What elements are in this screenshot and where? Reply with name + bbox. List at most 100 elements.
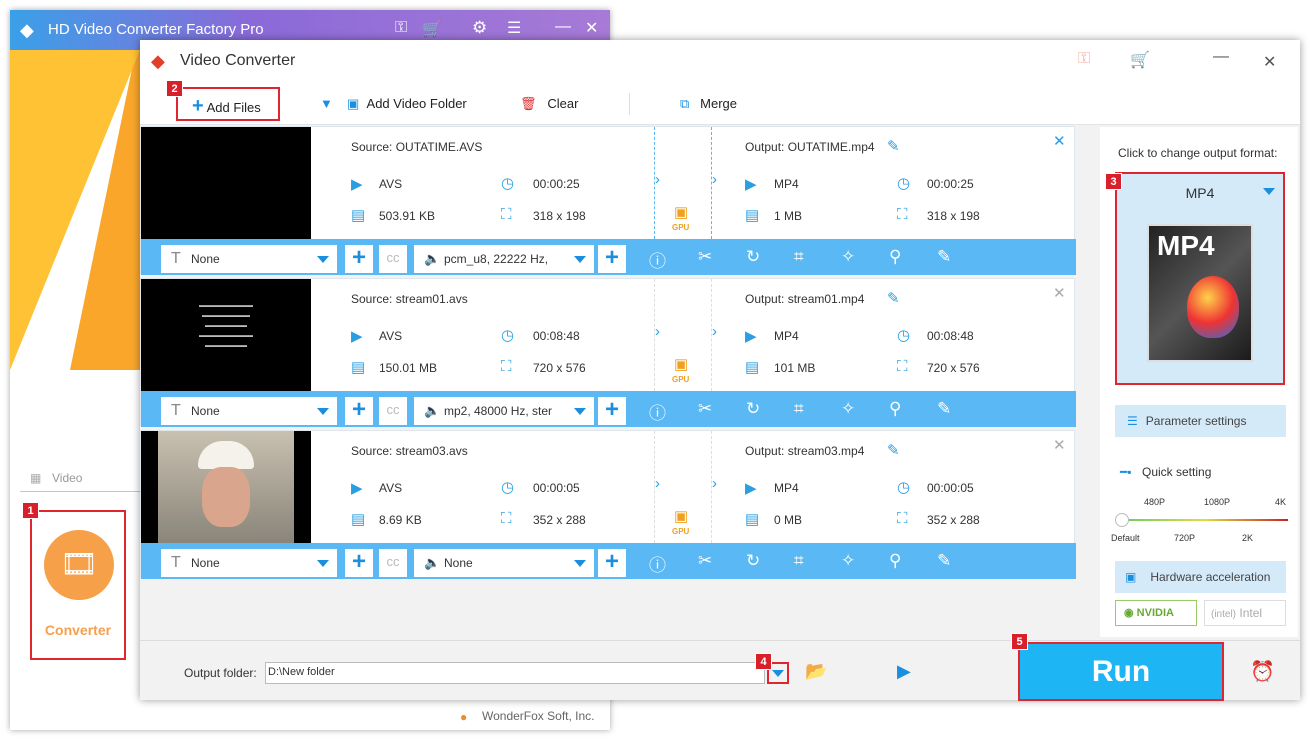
video-tab[interactable]: Video <box>52 471 82 485</box>
crop-icon[interactable]: ⌗ <box>794 247 804 267</box>
output-size: 0 MB <box>774 513 803 527</box>
add-subtitle-button[interactable]: + <box>345 245 373 273</box>
add-subtitle-button[interactable]: + <box>345 397 373 425</box>
trim-icon[interactable]: ✂ <box>698 247 712 267</box>
quality-slider[interactable] <box>1120 519 1288 521</box>
add-audio-button[interactable]: + <box>598 245 626 273</box>
watermark-icon[interactable]: ⚲ <box>889 247 901 267</box>
gpu-label: GPU <box>672 223 690 232</box>
edit-toolbar: T None + cc 🔈 pcm_u8, 22222 Hz, + ⓘ ✂ ↻ ⌗ ✧ ⚲ ✎ <box>141 239 1076 275</box>
format-name: MP4 <box>1185 185 1215 201</box>
alarm-clock-icon[interactable]: ⏰ <box>1250 659 1275 684</box>
parameter-settings-button[interactable]: ☰ Parameter settings <box>1115 405 1286 437</box>
info-icon[interactable]: ⓘ <box>649 247 666 272</box>
tick-2k: 2K <box>1242 533 1254 543</box>
watermark-icon[interactable]: ⚲ <box>889 551 901 571</box>
app-logo-icon: ◆ <box>151 51 165 71</box>
clear-button[interactable]: 🗑 Clear <box>520 83 578 125</box>
audio-track-select[interactable]: 🔈 None <box>414 549 594 577</box>
dropdown-icon <box>1263 188 1275 195</box>
output-duration: 00:00:05 <box>927 481 974 495</box>
dropdown-icon <box>317 560 329 567</box>
audio-track-select[interactable]: 🔈 mp2, 48000 Hz, ster <box>414 397 594 425</box>
crop-icon[interactable]: ⌗ <box>794 399 804 419</box>
subtitle-settings-icon[interactable]: cc <box>379 397 407 425</box>
effects-icon[interactable]: ✧ <box>841 247 855 267</box>
merge-button[interactable]: ⧉ Merge <box>680 83 737 125</box>
edit-output-name-icon[interactable]: ✎ <box>887 137 900 155</box>
bottom-bar: Output folder: D:\New folder 📂 ▶ Run ⏰ <box>140 640 1300 701</box>
output-size: 1 MB <box>774 209 803 223</box>
converter-button[interactable]: 🎞 Converter <box>30 510 126 660</box>
watermark-icon[interactable]: ⚲ <box>889 399 901 419</box>
rotate-icon[interactable]: ↻ <box>746 399 760 419</box>
add-audio-button[interactable]: + <box>598 549 626 577</box>
intel-button[interactable]: (intel) Intel <box>1204 600 1286 626</box>
quality-slider-handle[interactable] <box>1115 513 1129 527</box>
remove-file-icon[interactable]: ✕ <box>1053 436 1066 454</box>
subtitle-edit-icon[interactable]: ✎ <box>937 551 951 571</box>
open-folder-icon[interactable]: 📂 <box>805 661 827 682</box>
info-icon[interactable]: ⓘ <box>649 551 666 576</box>
remove-file-icon[interactable]: ✕ <box>1053 132 1066 150</box>
subtitle-select[interactable]: T None <box>161 245 337 273</box>
menu-icon[interactable]: ☰ <box>507 18 521 38</box>
arrow-icon: › <box>655 475 660 492</box>
speaker-icon: 🔈 <box>424 555 441 570</box>
gear-icon[interactable]: ⚙ <box>472 18 487 38</box>
rotate-icon[interactable]: ↻ <box>746 551 760 571</box>
remove-file-icon[interactable]: ✕ <box>1053 284 1066 302</box>
cart-icon[interactable]: 🛒 <box>422 19 442 39</box>
effects-icon[interactable]: ✧ <box>841 551 855 571</box>
effects-icon[interactable]: ✧ <box>841 399 855 419</box>
subtitle-edit-icon[interactable]: ✎ <box>937 399 951 419</box>
subtitle-settings-icon[interactable]: cc <box>379 549 407 577</box>
video-preview-icon[interactable]: ▶ <box>897 661 911 682</box>
subtitle-select[interactable]: T None <box>161 549 337 577</box>
close-icon[interactable]: ✕ <box>1263 52 1276 72</box>
cart-icon[interactable]: 🛒 <box>1130 50 1150 70</box>
minimize-icon[interactable]: — <box>555 18 571 36</box>
run-button[interactable]: Run <box>1018 642 1224 701</box>
add-files-dropdown-icon[interactable]: ▼ <box>320 83 333 125</box>
nvidia-button[interactable]: ◉ NVIDIA <box>1115 600 1197 626</box>
source-filename: Source: stream03.avs <box>351 444 468 458</box>
step-badge-5: 5 <box>1011 633 1028 650</box>
plus-icon: + <box>192 95 204 117</box>
subtitle-settings-icon[interactable]: cc <box>379 245 407 273</box>
crop-icon[interactable]: ⌗ <box>794 551 804 571</box>
dropdown-icon <box>574 560 586 567</box>
rotate-icon[interactable]: ↻ <box>746 247 760 267</box>
video-tab-icon: ▦ <box>30 471 42 485</box>
subtitle-select[interactable]: T None <box>161 397 337 425</box>
edit-output-name-icon[interactable]: ✎ <box>887 441 900 459</box>
gpu-label: GPU <box>672 375 690 384</box>
minimize-icon[interactable]: — <box>1213 48 1229 66</box>
close-icon[interactable]: ✕ <box>585 18 598 38</box>
key-icon[interactable]: ⚿ <box>1078 50 1090 68</box>
trim-icon[interactable]: ✂ <box>698 399 712 419</box>
step-badge-2: 2 <box>166 80 183 97</box>
subtitle-edit-icon[interactable]: ✎ <box>937 247 951 267</box>
audio-track-select[interactable]: 🔈 pcm_u8, 22222 Hz, <box>414 245 594 273</box>
hardware-acceleration-button[interactable]: ▣ Hardware acceleration <box>1115 561 1286 593</box>
add-subtitle-button[interactable]: + <box>345 549 373 577</box>
trim-icon[interactable]: ✂ <box>698 551 712 571</box>
add-files-button[interactable]: + Add Files <box>176 87 280 121</box>
add-audio-button[interactable]: + <box>598 397 626 425</box>
video-file-icon: ▶ <box>351 176 363 193</box>
add-video-folder-button[interactable]: ▣ Add Video Folder <box>347 83 467 125</box>
output-folder-label: Output folder: <box>184 666 257 680</box>
output-folder-input[interactable]: D:\New folder <box>265 662 765 684</box>
gpu-chip-icon: ▣ <box>674 356 689 373</box>
source-duration: 00:00:05 <box>533 481 580 495</box>
resolution-icon: ⛶ <box>897 358 908 375</box>
key-icon[interactable]: ⚿ <box>395 19 407 37</box>
audio-value: None <box>444 556 473 570</box>
clock-icon: ◷ <box>897 479 911 496</box>
file-row: Source: stream03.avs ▶ AVS ◷ 00:00:05 ▤ 8.69 K… <box>140 430 1076 579</box>
info-icon[interactable]: ⓘ <box>649 399 666 424</box>
edit-output-name-icon[interactable]: ✎ <box>887 289 900 307</box>
output-format-selector[interactable]: MP4 MP4 <box>1115 172 1285 385</box>
step-badge-4: 4 <box>755 653 772 670</box>
